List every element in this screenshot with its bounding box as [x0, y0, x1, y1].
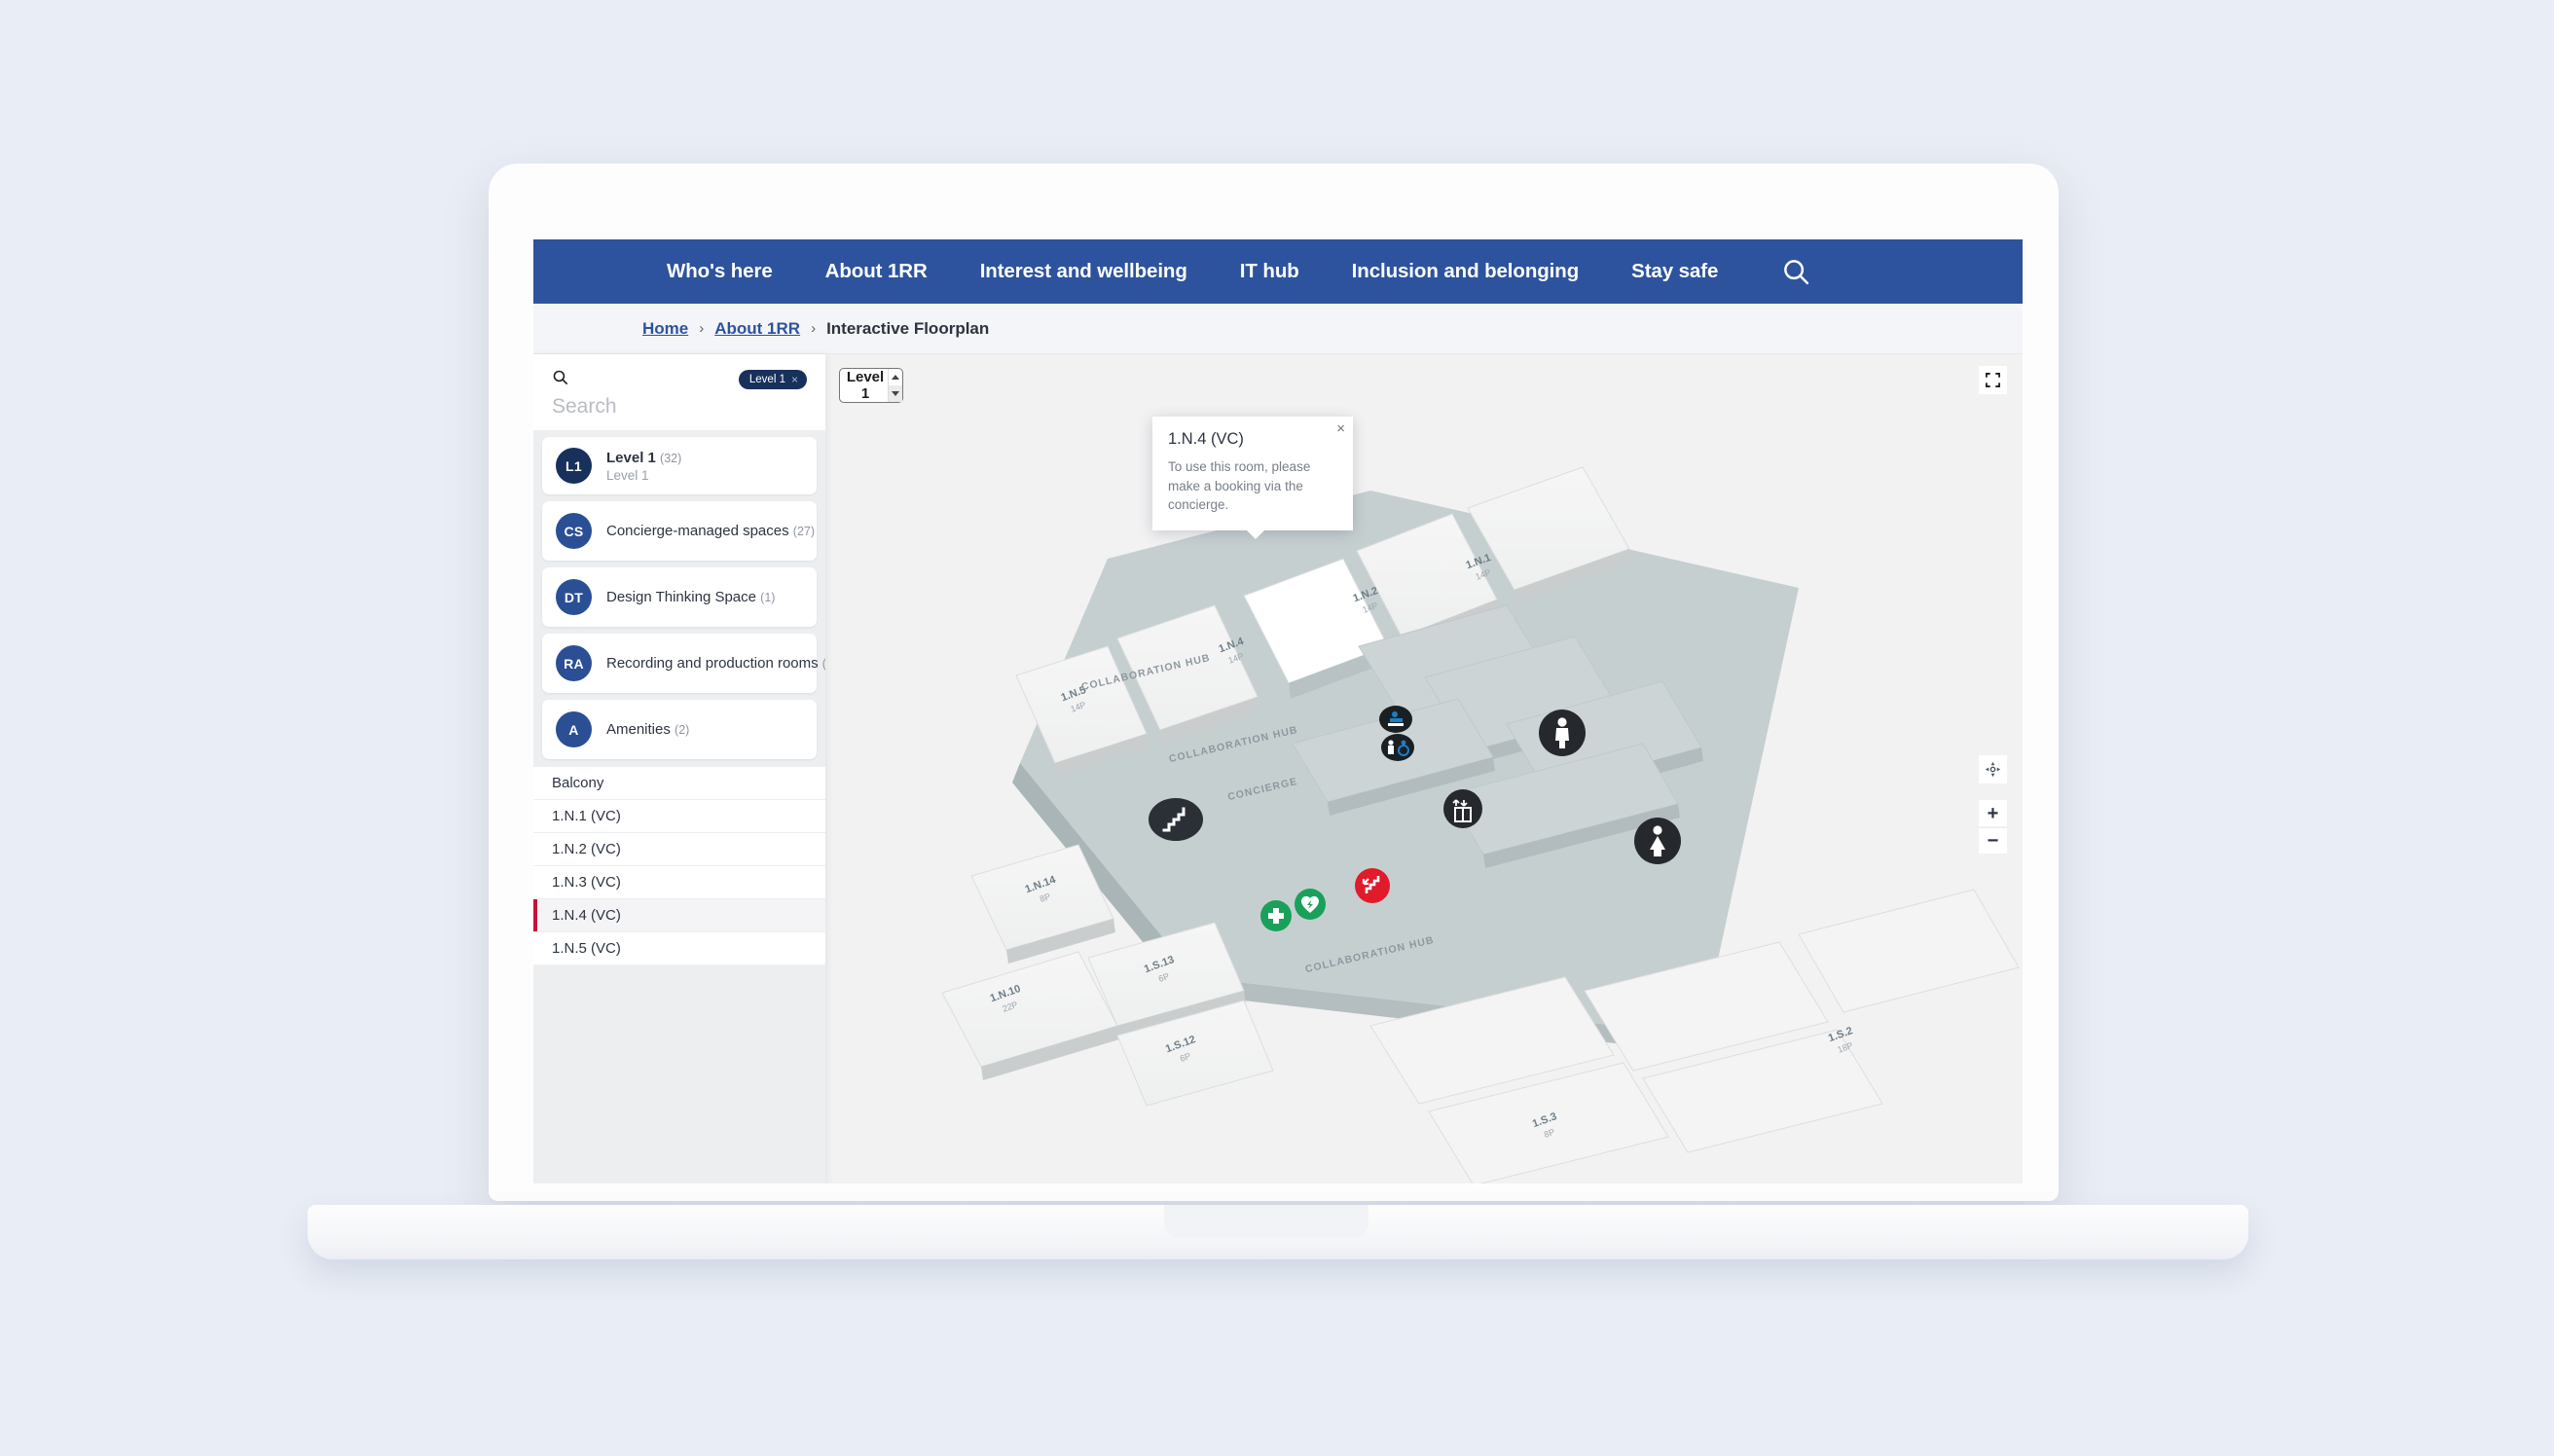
- breadcrumb-separator: ›: [811, 320, 817, 337]
- floorplan-svg: 1.N.1 14P 1.N.2 14P 1.N.4 14P 1.N.5 14P …: [825, 354, 2023, 1183]
- fullscreen-icon[interactable]: [1979, 366, 2007, 394]
- result-card-recording-and-production-rooms[interactable]: RA Recording and production rooms (2): [542, 634, 825, 693]
- level-selector-value: Level 1: [846, 369, 885, 402]
- avatar: DT: [556, 579, 592, 615]
- result-count: (27): [792, 525, 816, 538]
- recenter-icon[interactable]: [1979, 755, 2007, 783]
- breadcrumb: Home › About 1RR › Interactive Floorplan: [533, 304, 2023, 354]
- caret-up-icon[interactable]: [889, 369, 902, 385]
- floorplan-map[interactable]: 1.N.1 14P 1.N.2 14P 1.N.4 14P 1.N.5 14P …: [825, 354, 2023, 1183]
- level-spinner[interactable]: [888, 369, 902, 402]
- active-filter-chip[interactable]: Level 1 ×: [738, 370, 807, 389]
- result-card-amenities[interactable]: A Amenities (2): [542, 700, 817, 759]
- result-text: Amenities (2): [606, 721, 689, 738]
- popup-body: To use this room, please make a booking …: [1168, 459, 1311, 513]
- nav-item-whos-here[interactable]: Who's here: [640, 260, 799, 283]
- breadcrumb-link-home[interactable]: Home: [642, 319, 688, 339]
- avatar: RA: [556, 645, 592, 681]
- primary-navigation: Who's here About 1RR Interest and wellbe…: [533, 239, 2023, 304]
- result-title: Concierge-managed spaces: [606, 523, 789, 539]
- filter-chip-label: Level 1: [748, 374, 785, 385]
- marker-male-restroom: [1539, 710, 1586, 756]
- zoom-out-button[interactable]: −: [1979, 827, 2007, 854]
- result-text: Design Thinking Space (1): [606, 589, 775, 605]
- breadcrumb-link-about-1rr[interactable]: About 1RR: [714, 319, 800, 339]
- result-count: (1): [760, 591, 776, 604]
- search-input[interactable]: [552, 391, 807, 419]
- page-root: Who's here About 1RR Interest and wellbe…: [0, 0, 2554, 1456]
- marker-female-restroom: [1634, 818, 1681, 864]
- close-icon[interactable]: ×: [1336, 421, 1345, 436]
- result-title-row: Design Thinking Space (1): [606, 589, 775, 605]
- avatar: L1: [556, 448, 592, 484]
- result-title-row: Amenities (2): [606, 721, 689, 738]
- popup-pointer: [1246, 528, 1265, 539]
- nav-item-interest-and-wellbeing[interactable]: Interest and wellbeing: [954, 260, 1214, 283]
- search-row: Level 1 ×: [552, 368, 807, 391]
- zoom-out-label: −: [1987, 830, 1999, 852]
- list-item-1n5[interactable]: 1.N.5 (VC): [533, 931, 825, 965]
- result-title: Level 1: [606, 449, 656, 466]
- marker-emergency-exit: [1355, 868, 1390, 903]
- nav-item-inclusion-and-belonging[interactable]: Inclusion and belonging: [1326, 260, 1605, 283]
- result-text: Recording and production rooms (2): [606, 655, 825, 672]
- floorplan-app: Level 1 × L1 Level 1 (32): [533, 354, 2023, 1183]
- result-text: Concierge-managed spaces (27): [606, 523, 815, 539]
- marker-first-aid: [1260, 900, 1292, 931]
- search-results-list[interactable]: L1 Level 1 (32) Level 1 CS Concierge-man…: [533, 430, 825, 1183]
- result-card-level-1[interactable]: L1 Level 1 (32) Level 1: [542, 437, 817, 494]
- result-count: (2): [822, 657, 825, 671]
- sidebar-panel: Level 1 × L1 Level 1 (32): [533, 354, 825, 1183]
- result-title-row: Level 1 (32): [606, 450, 681, 466]
- room-list: Balcony 1.N.1 (VC) 1.N.2 (VC) 1.N.3 (VC)…: [533, 766, 825, 965]
- list-item-1n3[interactable]: 1.N.3 (VC): [533, 865, 825, 898]
- result-title: Design Thinking Space: [606, 589, 756, 605]
- caret-down-icon[interactable]: [889, 385, 902, 402]
- marker-accessible-shower: [1379, 706, 1412, 733]
- marker-lift: [1443, 789, 1482, 828]
- nav-item-about-1rr[interactable]: About 1RR: [799, 260, 954, 283]
- laptop-base-notch: [1164, 1205, 1368, 1238]
- nav-item-stay-safe[interactable]: Stay safe: [1605, 260, 1744, 283]
- close-icon[interactable]: ×: [791, 373, 798, 386]
- search-container: Level 1 ×: [533, 354, 825, 430]
- result-count: (2): [675, 723, 690, 737]
- search-icon[interactable]: [1773, 249, 1818, 294]
- accessible-toilet-icon: [1381, 734, 1414, 761]
- list-item-balcony[interactable]: Balcony: [533, 766, 825, 799]
- popup-title: 1.N.4 (VC): [1168, 430, 1244, 448]
- avatar: CS: [556, 513, 592, 549]
- list-item-1n4[interactable]: 1.N.4 (VC): [533, 898, 825, 931]
- search-icon: [552, 369, 568, 390]
- nav-item-it-hub[interactable]: IT hub: [1214, 260, 1326, 283]
- browser-viewport: Who's here About 1RR Interest and wellbe…: [533, 239, 2023, 1183]
- list-item-1n1[interactable]: 1.N.1 (VC): [533, 799, 825, 832]
- room-info-popup: × 1.N.4 (VC) To use this room, please ma…: [1152, 417, 1353, 539]
- result-card-concierge-managed-spaces[interactable]: CS Concierge-managed spaces (27): [542, 501, 817, 561]
- result-title: Recording and production rooms: [606, 655, 819, 672]
- result-subtitle: Level 1: [606, 467, 649, 483]
- result-title-row: Concierge-managed spaces (27): [606, 523, 815, 539]
- avatar: A: [556, 711, 592, 747]
- marker-stairs: [1149, 798, 1203, 841]
- result-title: Amenities: [606, 721, 671, 738]
- zoom-in-button[interactable]: +: [1979, 800, 2007, 826]
- breadcrumb-current: Interactive Floorplan: [826, 318, 990, 338]
- result-card-design-thinking-space[interactable]: DT Design Thinking Space (1): [542, 567, 817, 627]
- zoom-in-label: +: [1987, 802, 1999, 824]
- list-item-1n2[interactable]: 1.N.2 (VC): [533, 832, 825, 865]
- result-title-row: Recording and production rooms (2): [606, 655, 825, 672]
- result-text: Level 1 (32) Level 1: [606, 450, 681, 483]
- marker-defibrillator: [1295, 889, 1326, 920]
- marker-accessible-toilet: [1381, 734, 1414, 761]
- result-count: (32): [660, 451, 682, 465]
- level-selector[interactable]: Level 1: [839, 368, 903, 403]
- breadcrumb-separator: ›: [699, 320, 705, 337]
